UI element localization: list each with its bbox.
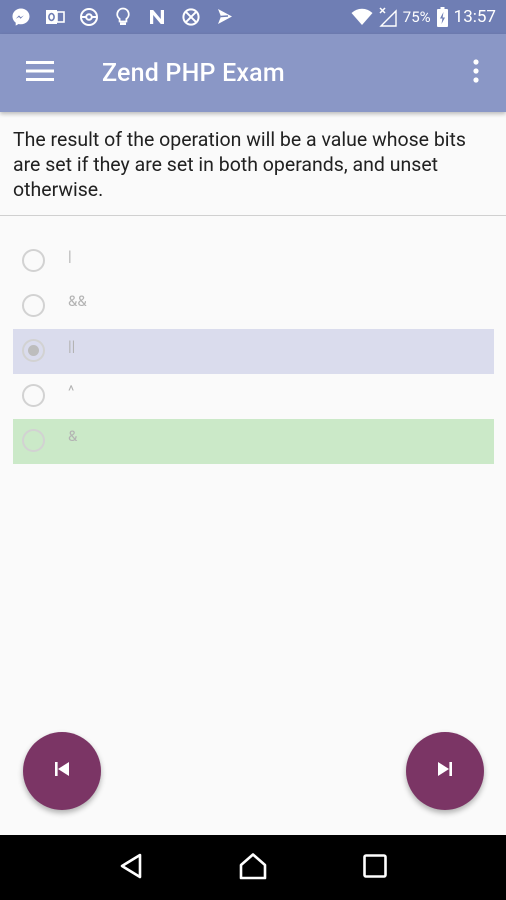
radio-button[interactable]: [22, 384, 45, 407]
option-label: |: [68, 247, 72, 265]
answer-options: | && || ^ &: [13, 239, 494, 464]
skip-previous-icon: [54, 761, 70, 781]
app-bar: Zend PHP Exam: [0, 34, 506, 112]
pokeball-icon: [78, 7, 99, 28]
recents-square-icon: [362, 853, 388, 883]
battery-charging-icon: [436, 7, 448, 27]
divider: [0, 215, 506, 216]
system-status: 75% 13:57: [351, 7, 496, 27]
messenger-icon: [10, 7, 31, 28]
option-label: ||: [68, 337, 76, 355]
menu-button[interactable]: [0, 34, 80, 112]
overflow-menu-button[interactable]: [446, 34, 506, 112]
n-app-icon: [146, 7, 167, 28]
option-3-selected[interactable]: ||: [13, 329, 494, 374]
tap-icon: [214, 7, 235, 28]
radio-button[interactable]: [22, 429, 45, 452]
more-vert-icon: [473, 59, 479, 87]
notification-icons: [10, 7, 235, 28]
radio-button[interactable]: [22, 249, 45, 272]
hamburger-menu-icon: [26, 60, 54, 86]
home-icon: [238, 852, 268, 884]
blocked-icon: [180, 7, 201, 28]
back-triangle-icon: [118, 852, 144, 884]
home-button[interactable]: [228, 843, 278, 893]
option-4[interactable]: ^: [13, 374, 494, 419]
radio-button[interactable]: [22, 294, 45, 317]
clock: 13:57: [453, 7, 496, 27]
option-2[interactable]: &&: [13, 284, 494, 329]
option-label: &: [68, 427, 78, 445]
option-label: ^: [68, 382, 75, 400]
wifi-icon: [351, 8, 373, 26]
option-label: &&: [68, 292, 87, 310]
app-title: Zend PHP Exam: [102, 58, 285, 88]
lightbulb-icon: [112, 7, 133, 28]
status-bar: 75% 13:57: [0, 0, 506, 34]
option-1[interactable]: |: [13, 239, 494, 284]
back-button[interactable]: [106, 843, 156, 893]
system-nav-bar: [0, 835, 506, 900]
no-signal-icon: [379, 7, 397, 27]
next-question-button[interactable]: [406, 732, 484, 810]
previous-question-button[interactable]: [23, 732, 101, 810]
skip-next-icon: [437, 761, 453, 781]
battery-percentage: 75%: [402, 8, 431, 26]
question-text: The result of the operation will be a va…: [13, 128, 466, 201]
radio-button-checked[interactable]: [22, 339, 45, 362]
option-5-correct[interactable]: &: [13, 419, 494, 464]
outlook-icon: [44, 7, 65, 28]
recents-button[interactable]: [350, 843, 400, 893]
